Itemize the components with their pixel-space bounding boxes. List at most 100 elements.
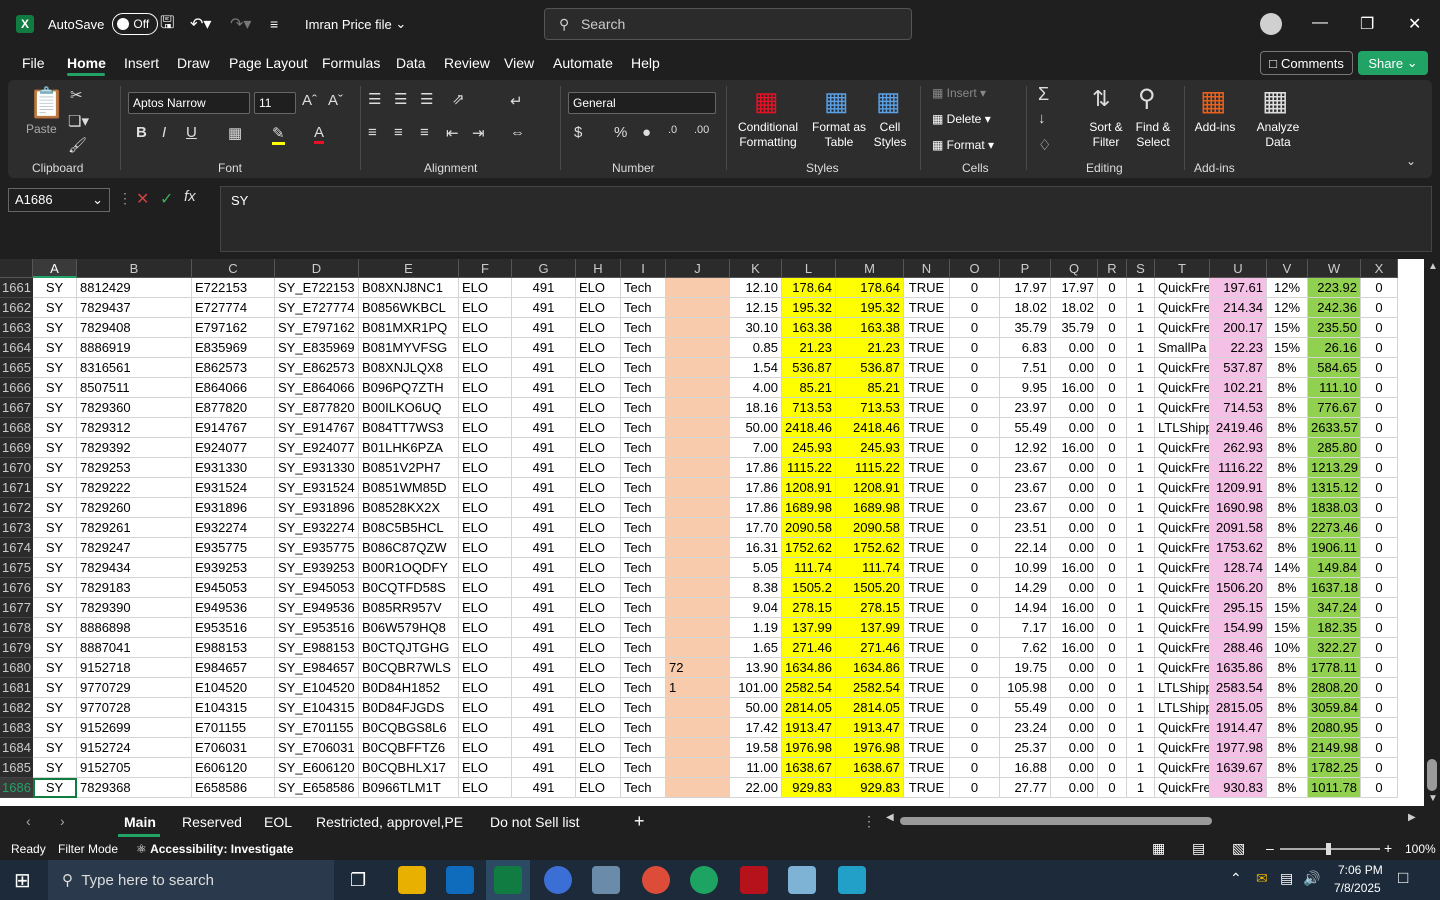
cell[interactable]: Tech <box>621 518 666 538</box>
cell[interactable]: B086C87QZW <box>359 538 459 558</box>
cell[interactable]: E722153 <box>192 278 275 298</box>
cell[interactable]: 0 <box>950 358 1000 378</box>
row-header[interactable]: 1683 <box>0 718 33 738</box>
cell[interactable]: ELO <box>576 618 621 638</box>
cell[interactable]: 491 <box>512 478 576 498</box>
cell[interactable]: E701155 <box>192 718 275 738</box>
cell[interactable]: TRUE <box>904 638 950 658</box>
cell[interactable]: 0 <box>1361 378 1398 398</box>
task-view-icon[interactable]: ❐ <box>350 870 366 891</box>
cell[interactable]: 0.00 <box>1051 658 1098 678</box>
cell[interactable]: 2814.05 <box>836 698 904 718</box>
cell[interactable]: 7829392 <box>77 438 192 458</box>
cell[interactable]: 18.02 <box>1000 298 1051 318</box>
cell[interactable]: ELO <box>576 318 621 338</box>
cell[interactable]: 101.00 <box>730 678 782 698</box>
cell[interactable]: 15% <box>1267 618 1308 638</box>
cell[interactable]: 278.15 <box>782 598 836 618</box>
zoom-app-icon[interactable] <box>544 866 572 894</box>
cell[interactable]: 0 <box>950 758 1000 778</box>
column-header-g[interactable]: G <box>512 259 576 278</box>
number-format-select[interactable]: General <box>568 92 716 114</box>
cell[interactable]: ELO <box>576 398 621 418</box>
cell[interactable]: SY_E935775 <box>275 538 359 558</box>
cell[interactable]: ELO <box>576 738 621 758</box>
cell[interactable]: 50.00 <box>730 418 782 438</box>
cell[interactable]: 0 <box>1361 718 1398 738</box>
cell[interactable]: 23.24 <box>1000 718 1051 738</box>
bold-icon[interactable]: B <box>136 124 147 141</box>
cell[interactable]: 2808.20 <box>1308 678 1361 698</box>
cell[interactable]: 17.97 <box>1051 278 1098 298</box>
cell[interactable]: ELO <box>459 718 512 738</box>
analyze-data-button[interactable]: Analyze Data <box>1252 120 1304 150</box>
cell[interactable]: SY_E931896 <box>275 498 359 518</box>
insert-function-icon[interactable]: fx <box>184 188 196 205</box>
notifications-icon[interactable]: □ <box>1398 868 1408 888</box>
cell[interactable]: B0966TLM1T <box>359 778 459 798</box>
cell[interactable]: QuickFre <box>1155 758 1210 778</box>
cell[interactable]: SY <box>33 298 77 318</box>
cell[interactable]: 0 <box>1361 538 1398 558</box>
cell[interactable]: 776.67 <box>1308 398 1361 418</box>
cell[interactable]: E945053 <box>192 578 275 598</box>
cell[interactable]: 7829437 <box>77 298 192 318</box>
cell[interactable]: SY_E914767 <box>275 418 359 438</box>
cell[interactable]: ELO <box>576 538 621 558</box>
cell[interactable]: 10.99 <box>1000 558 1051 578</box>
page-layout-view-icon[interactable]: ▤ <box>1192 840 1205 857</box>
cell[interactable]: 11.00 <box>730 758 782 778</box>
column-header-d[interactable]: D <box>275 259 359 278</box>
cell[interactable]: B0CQTFD58S <box>359 578 459 598</box>
cell[interactable]: QuickFre <box>1155 598 1210 618</box>
cell[interactable]: SY <box>33 558 77 578</box>
cell[interactable]: 491 <box>512 318 576 338</box>
cell[interactable]: ELO <box>576 758 621 778</box>
cell[interactable]: 491 <box>512 298 576 318</box>
cell[interactable]: 9.04 <box>730 598 782 618</box>
cell[interactable]: B0CQBFFTZ6 <box>359 738 459 758</box>
tab-home[interactable]: Home <box>67 55 106 71</box>
cell[interactable]: ELO <box>576 638 621 658</box>
cell[interactable]: 7829408 <box>77 318 192 338</box>
cell[interactable]: ELO <box>576 778 621 798</box>
cell[interactable]: SY <box>33 678 77 698</box>
cell[interactable]: 8.38 <box>730 578 782 598</box>
cell[interactable]: 0.00 <box>1051 398 1098 418</box>
cell[interactable]: 271.46 <box>782 638 836 658</box>
cell[interactable]: 0.00 <box>1051 758 1098 778</box>
normal-view-icon[interactable]: ▦ <box>1152 840 1165 857</box>
zoom-in-icon[interactable]: + <box>1384 840 1392 856</box>
row-header[interactable]: 1664 <box>0 338 33 358</box>
cell[interactable]: SY_E701155 <box>275 718 359 738</box>
column-header-c[interactable]: C <box>192 259 275 278</box>
cell[interactable]: E935775 <box>192 538 275 558</box>
sheet-tab-main[interactable]: Main <box>124 814 156 830</box>
cell[interactable]: B0CQBGS8L6 <box>359 718 459 738</box>
cell[interactable]: 1638.67 <box>836 758 904 778</box>
cell[interactable]: 178.64 <box>836 278 904 298</box>
cell[interactable] <box>666 598 730 618</box>
add-sheet-icon[interactable]: + <box>634 811 645 832</box>
select-all-corner[interactable] <box>0 259 33 278</box>
cell[interactable]: 1634.86 <box>782 658 836 678</box>
save-icon[interactable]: 🖫 <box>160 0 174 48</box>
row-header[interactable]: 1665 <box>0 358 33 378</box>
tab-options-icon[interactable]: ⋮ <box>862 813 876 830</box>
cell[interactable]: 1752.62 <box>836 538 904 558</box>
cell[interactable]: 491 <box>512 598 576 618</box>
row-header[interactable]: 1678 <box>0 618 33 638</box>
cell[interactable]: LTLShipp <box>1155 698 1210 718</box>
cell[interactable]: 21.23 <box>836 338 904 358</box>
cell[interactable]: SY <box>33 518 77 538</box>
cell[interactable]: 7829260 <box>77 498 192 518</box>
cell[interactable]: ELO <box>576 698 621 718</box>
cell[interactable]: 1914.47 <box>1210 718 1267 738</box>
decrease-decimal-icon[interactable]: .00 <box>694 124 709 136</box>
cell[interactable]: 8886919 <box>77 338 192 358</box>
cell[interactable]: E939253 <box>192 558 275 578</box>
cell[interactable]: 1315.12 <box>1308 478 1361 498</box>
cell[interactable]: SY_E722153 <box>275 278 359 298</box>
cell[interactable]: 1 <box>1127 578 1155 598</box>
cell[interactable]: 491 <box>512 698 576 718</box>
